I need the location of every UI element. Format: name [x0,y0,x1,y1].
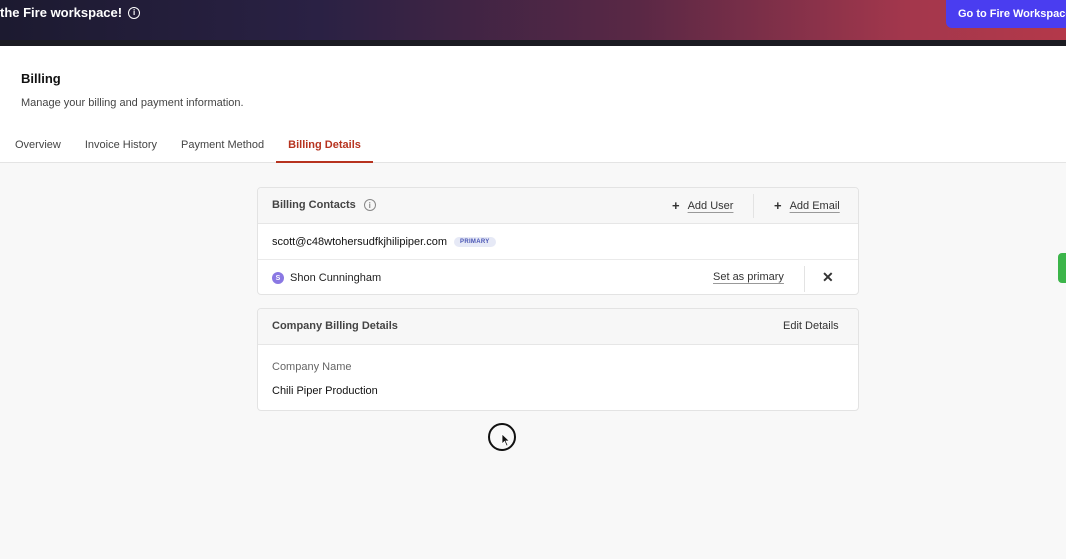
company-billing-header: Company Billing Details Edit Details [258,309,858,345]
tab-overview[interactable]: Overview [0,130,73,163]
page-subtitle: Manage your billing and payment informat… [21,97,244,109]
contact-row: S Shon Cunningham Set as primary ✕ [258,260,858,294]
banner-message: the Fire workspace! i [0,5,141,20]
plus-icon: + [672,198,680,213]
primary-badge: PRIMARY [454,236,496,247]
set-as-primary-button[interactable]: Set as primary [713,271,784,283]
info-icon[interactable]: i [128,7,141,19]
add-user-label: Add User [687,199,734,212]
primary-email: scott@c48wtohersudfkjhilipiper.com [272,235,448,248]
billing-contacts-title: Billing Contacts [272,199,356,211]
cursor-icon [501,433,511,447]
tab-invoice-history[interactable]: Invoice History [73,130,169,163]
company-name-label: Company Name [272,361,352,373]
billing-contacts-title-group: Billing Contacts i [272,199,376,211]
tab-payment-method[interactable]: Payment Method [169,130,276,163]
billing-tabs: Overview Invoice History Payment Method … [0,130,373,163]
divider [804,266,805,292]
side-widget-tab[interactable] [1058,253,1066,283]
edit-details-button[interactable]: Edit Details [783,320,839,332]
go-to-workspace-button[interactable]: Go to Fire Workspace [946,0,1066,28]
avatar: S [272,272,284,284]
add-user-button[interactable]: + Add User [672,199,733,212]
banner-text: the Fire workspace! [0,5,123,20]
billing-contacts-header: Billing Contacts i + Add User + Add Emai… [258,188,858,224]
divider [753,194,754,218]
billing-contacts-card: Billing Contacts i + Add User + Add Emai… [257,187,859,295]
contact-name: Shon Cunningham [290,272,382,284]
plus-icon: + [774,198,782,213]
company-billing-card: Company Billing Details Edit Details Com… [257,308,859,411]
add-email-button[interactable]: + Add Email [774,199,840,212]
remove-contact-icon[interactable]: ✕ [822,269,834,286]
add-email-label: Add Email [789,199,840,212]
primary-contact-row: scott@c48wtohersudfkjhilipiper.com PRIMA… [258,224,858,260]
tab-billing-details[interactable]: Billing Details [276,130,373,163]
billing-page: Billing Manage your billing and payment … [0,46,1066,559]
info-icon[interactable]: i [363,199,376,211]
company-billing-title: Company Billing Details [272,320,398,332]
company-name-value: Chili Piper Production [272,385,378,397]
page-title: Billing [21,71,61,86]
page-header: Billing Manage your billing and payment … [0,46,1066,163]
